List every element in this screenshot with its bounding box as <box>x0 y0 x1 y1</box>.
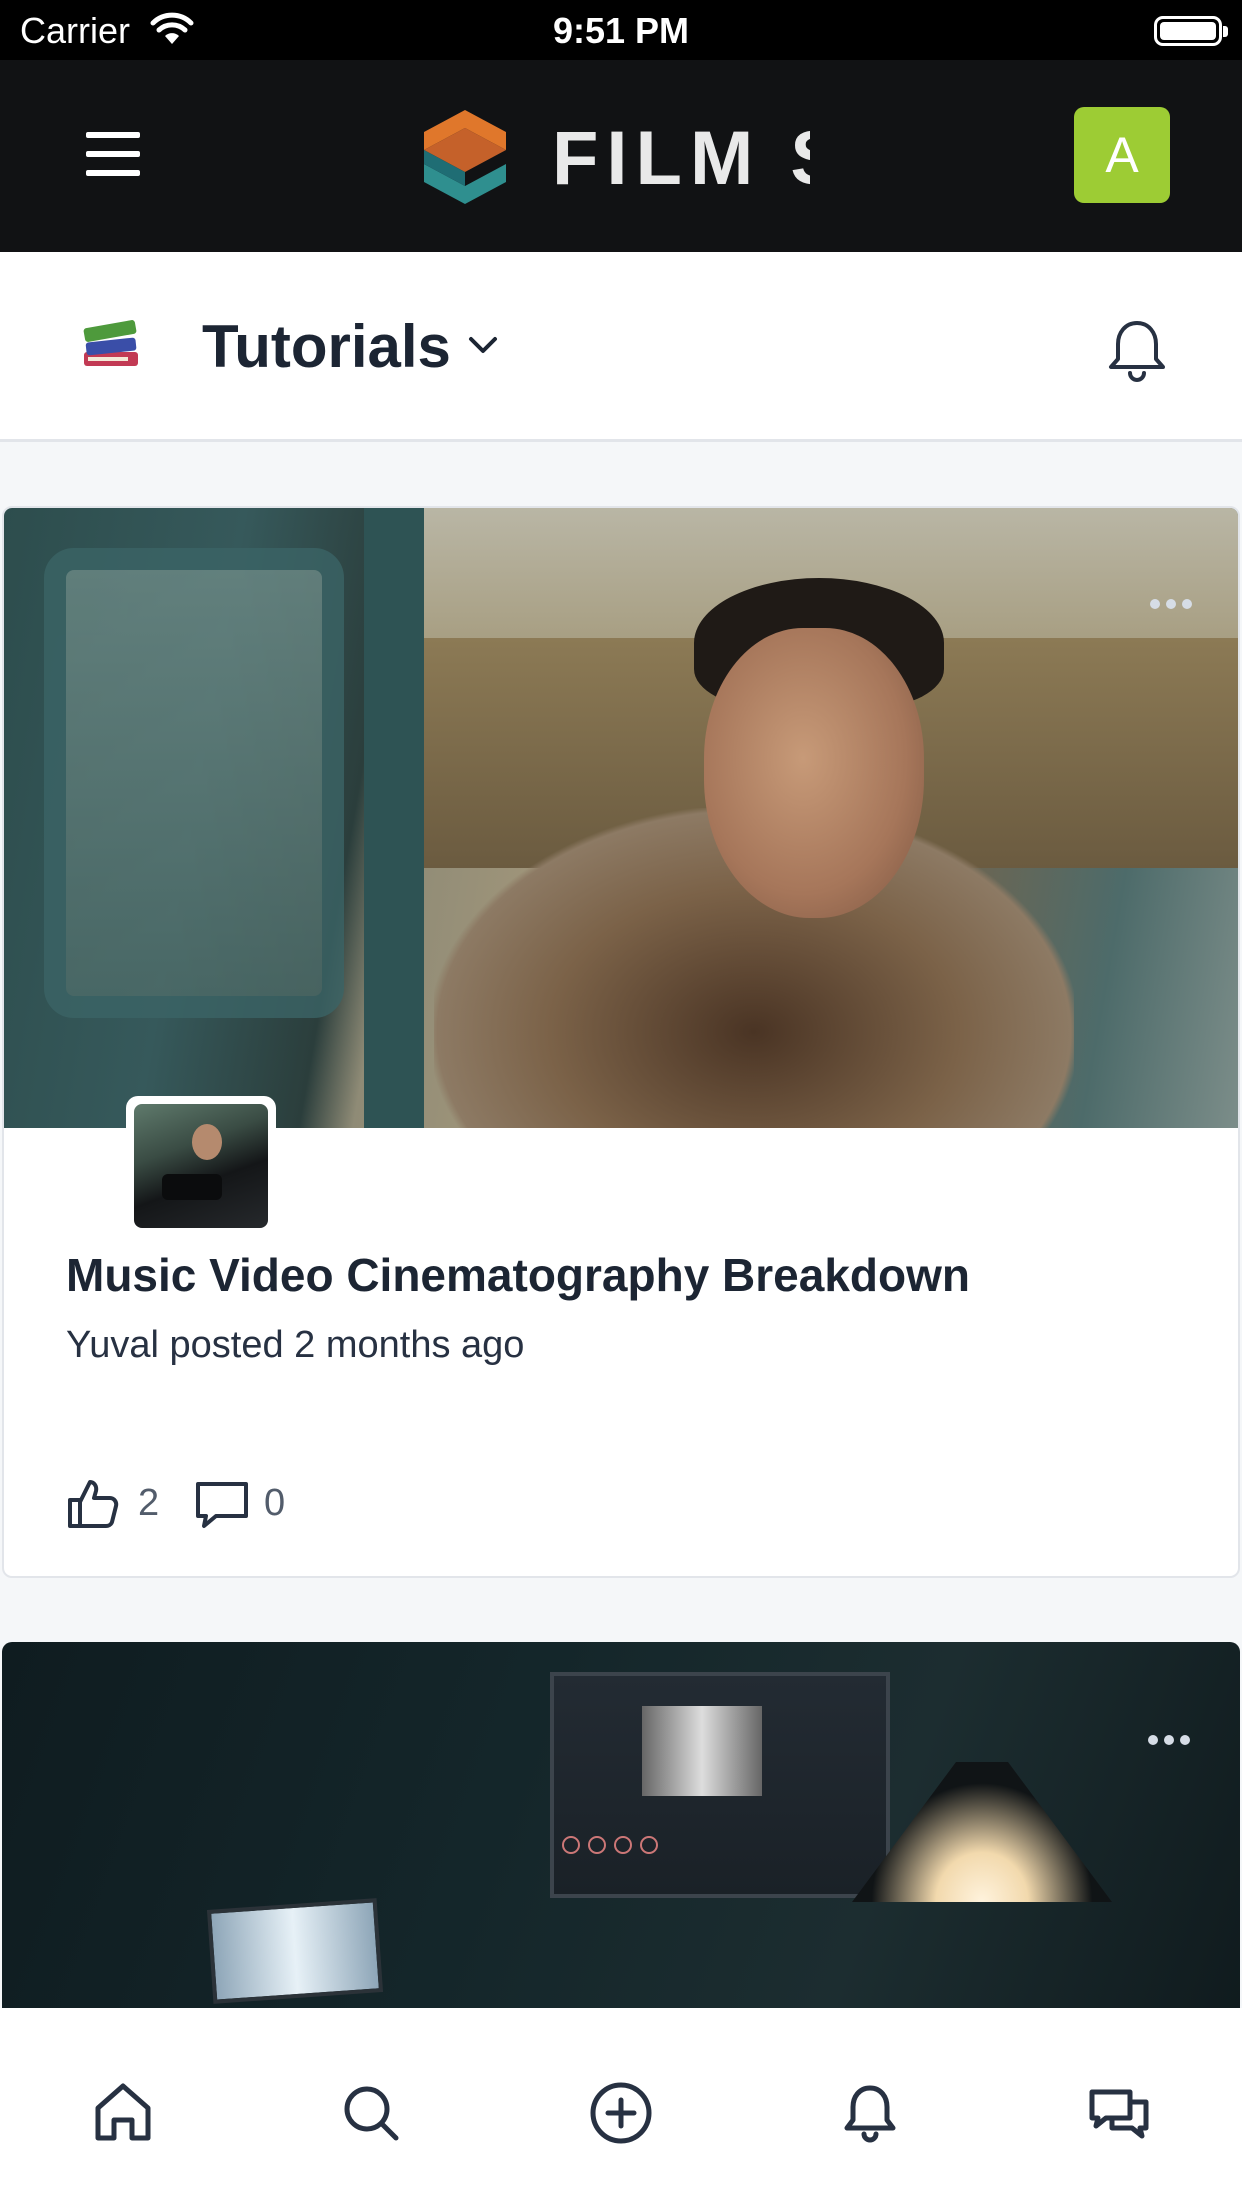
clock: 9:51 PM <box>552 10 690 51</box>
space-title[interactable]: Tutorials <box>202 312 451 381</box>
space-header: Tutorials <box>0 252 1242 442</box>
notifications-icon[interactable] <box>835 2078 905 2148</box>
like-count: 2 <box>138 1482 160 1524</box>
brand-text: FILM SI <box>552 116 810 201</box>
brand-mark-icon <box>420 110 510 205</box>
more-options-icon[interactable] <box>1144 596 1192 614</box>
post-cover-image[interactable] <box>4 508 1238 1128</box>
post-title[interactable]: Music Video Cinematography Breakdown <box>66 1248 970 1302</box>
books-emoji-icon <box>78 310 144 381</box>
status-bar: Carrier 9:51 PM <box>0 0 1242 60</box>
author-avatar[interactable] <box>126 1096 276 1236</box>
chevron-down-icon[interactable] <box>467 335 499 360</box>
home-icon[interactable] <box>88 2078 158 2148</box>
more-options-icon[interactable] <box>1142 1732 1190 1750</box>
menu-button[interactable] <box>86 132 140 176</box>
app-bar: FILM SI A <box>0 60 1242 252</box>
messages-icon[interactable] <box>1084 2078 1154 2148</box>
comment-count: 0 <box>264 1482 286 1524</box>
battery-icon <box>1154 16 1228 46</box>
thumbs-up-icon[interactable] <box>66 1476 120 1535</box>
comment-icon[interactable] <box>194 1478 250 1535</box>
create-icon[interactable] <box>586 2078 656 2148</box>
post-card[interactable] <box>2 1642 1240 2012</box>
user-avatar[interactable]: A <box>1074 107 1170 203</box>
bell-icon[interactable] <box>1105 317 1169 388</box>
brand-logo[interactable]: FILM SI <box>420 105 810 205</box>
search-icon[interactable] <box>336 2078 406 2148</box>
bottom-tab-bar <box>0 2008 1242 2208</box>
post-meta: Yuval posted 2 months ago <box>66 1324 525 1366</box>
monitor-image <box>550 1672 890 1898</box>
post-card[interactable]: Music Video Cinematography Breakdown Yuv… <box>2 506 1240 1578</box>
